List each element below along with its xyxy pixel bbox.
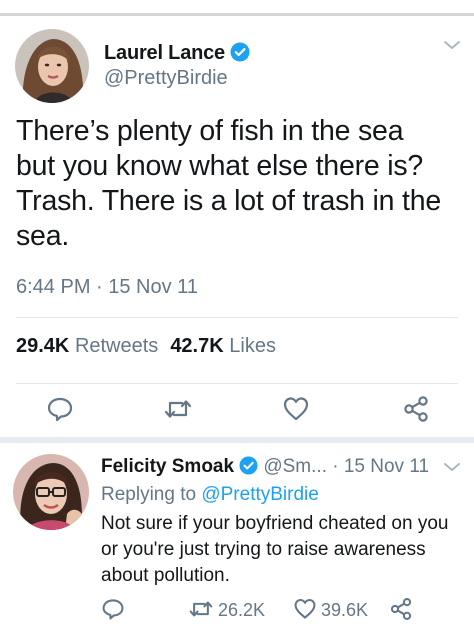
- reply-header: Felicity Smoak @Sm... · 15 Nov 11: [101, 456, 429, 481]
- tweet-text-line: sea.: [16, 220, 70, 252]
- replying-prefix: Replying to: [101, 484, 197, 505]
- reply-reply-button[interactable]: [101, 597, 129, 621]
- retweets-stat[interactable]: 29.4K Retweets: [16, 335, 158, 357]
- reply-icon[interactable]: [46, 395, 74, 428]
- tweet-text-line: but you know what else there is?: [16, 150, 424, 182]
- avatar-felicity-smoak[interactable]: [13, 454, 89, 530]
- reply-text-line: Not sure if your boyfriend cheated on yo…: [101, 513, 449, 534]
- top-separator: [0, 13, 474, 16]
- divider: [16, 317, 458, 318]
- author-name[interactable]: Laurel Lance: [104, 42, 250, 68]
- tweet-text-line: There’s plenty of fish in the sea: [16, 115, 404, 147]
- reply-retweet-button[interactable]: 26.2K: [188, 597, 265, 621]
- retweet-icon[interactable]: [163, 395, 193, 428]
- share-icon[interactable]: [402, 395, 430, 428]
- retweet-icon: [188, 600, 218, 620]
- reply-date[interactable]: · 15 Nov 11: [332, 456, 429, 477]
- replying-to: Replying to @PrettyBirdie: [101, 484, 319, 506]
- reply-icon: [101, 599, 129, 620]
- likes-stat[interactable]: 42.7K Likes: [170, 335, 276, 357]
- reply-likes-count: 39.6K: [321, 600, 369, 620]
- reply-text: Not sure if your boyfriend cheated on yo…: [101, 511, 448, 589]
- verified-badge-icon: [239, 456, 258, 481]
- avatar-laurel-lance[interactable]: [15, 29, 89, 103]
- reply-share-button[interactable]: [389, 597, 417, 621]
- chevron-down-icon[interactable]: [443, 460, 461, 478]
- tweet-timestamp[interactable]: 6:44 PM · 15 Nov 11: [16, 276, 198, 299]
- heart-icon: [293, 598, 321, 620]
- section-separator: [0, 437, 474, 443]
- likes-label: Likes: [229, 335, 276, 357]
- likes-count: 42.7K: [170, 335, 224, 357]
- reply-text-line: about pollution.: [101, 565, 230, 586]
- heart-icon[interactable]: [282, 395, 310, 428]
- tweet-stats: 29.4K Retweets 42.7K Likes: [16, 335, 276, 358]
- verified-badge-icon: [230, 42, 250, 68]
- reply-author-handle[interactable]: @Sm...: [263, 456, 327, 477]
- tweet-text: There’s plenty of fish in the sea but yo…: [16, 114, 466, 254]
- tweet-text-line: Trash. There is a lot of trash in the: [16, 185, 442, 217]
- replying-to-mention[interactable]: @PrettyBirdie: [201, 484, 319, 505]
- reply-text-line: or you're just trying to raise awareness: [101, 539, 426, 560]
- author-display-name: Laurel Lance: [104, 42, 225, 64]
- divider: [16, 383, 458, 384]
- author-handle[interactable]: @PrettyBirdie: [104, 67, 228, 90]
- share-icon: [389, 598, 417, 620]
- retweets-count: 29.4K: [16, 335, 70, 357]
- retweets-label: Retweets: [74, 335, 159, 357]
- reply-retweets-count: 26.2K: [218, 600, 266, 620]
- chevron-down-icon[interactable]: [443, 38, 461, 56]
- reply-like-button[interactable]: 39.6K: [293, 597, 368, 621]
- reply-author-name[interactable]: Felicity Smoak: [101, 456, 234, 477]
